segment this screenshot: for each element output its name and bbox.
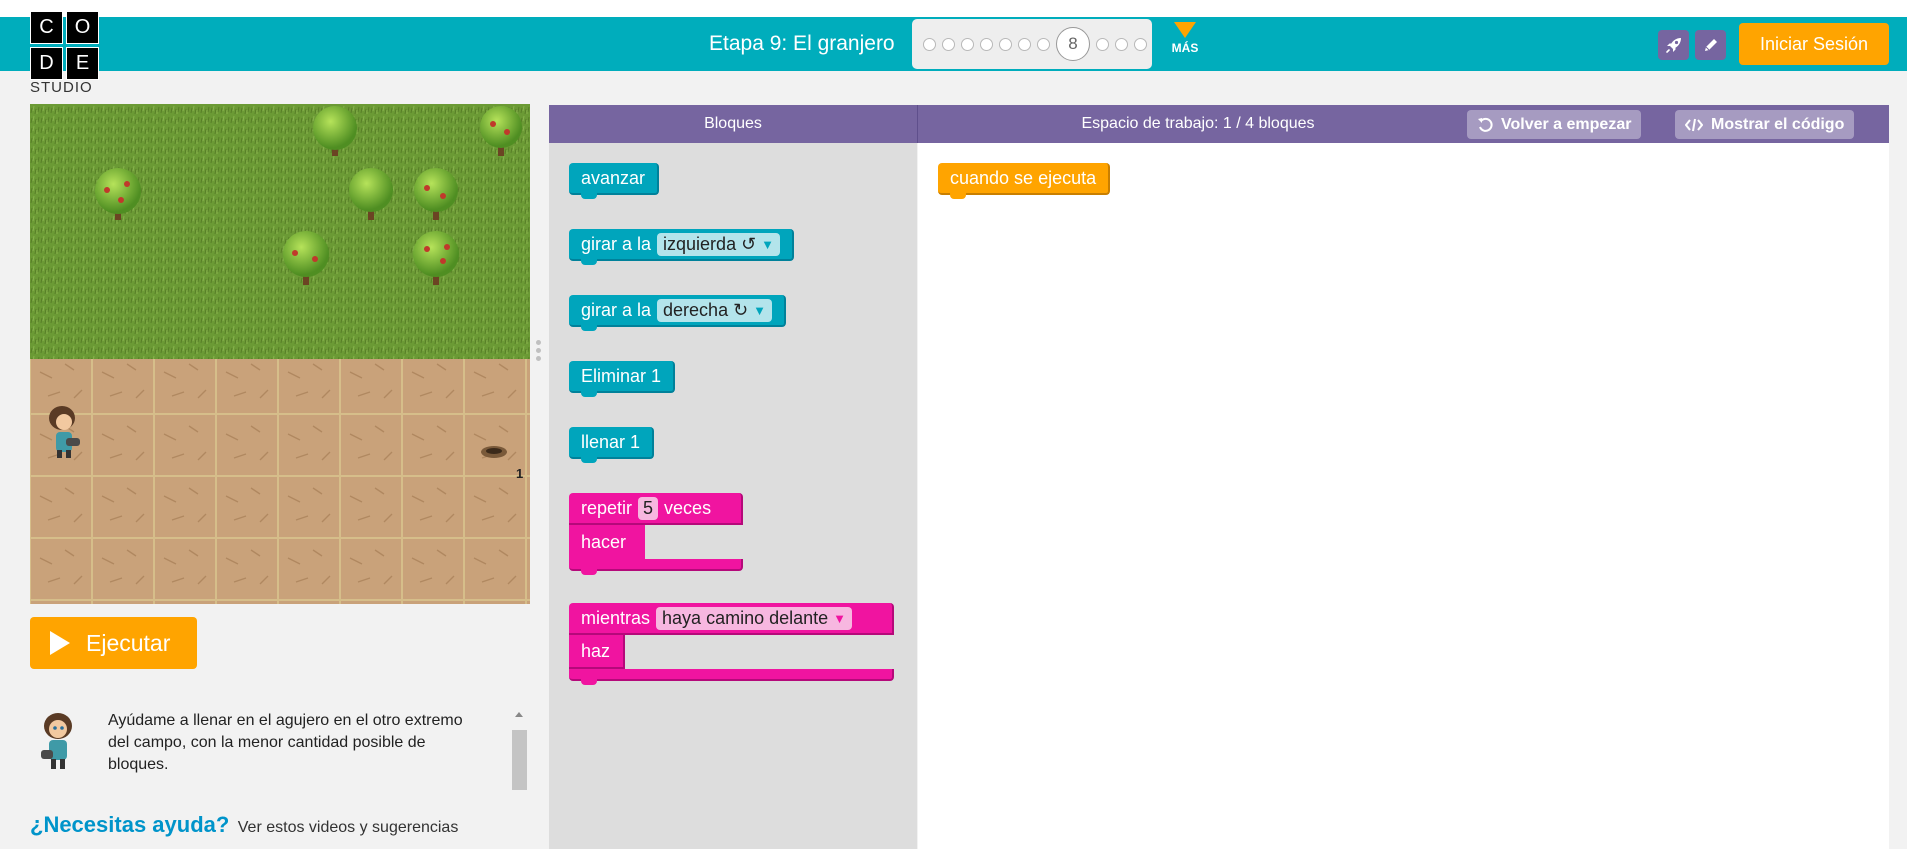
run-button[interactable]: Ejecutar <box>30 617 197 669</box>
block-label: avanzar <box>581 167 646 188</box>
logo-letter: D <box>30 47 63 80</box>
farmer-avatar-icon <box>41 713 72 769</box>
block-side: hacer <box>569 525 645 559</box>
repeat-block[interactable]: repetir 5 veces hacer <box>569 493 743 575</box>
block-bottom <box>569 559 743 575</box>
block-label: cuando se ejecuta <box>950 167 1097 188</box>
instructions-text: Ayúdame a llenar en el agujero en el otr… <box>108 712 463 773</box>
block-body[interactable]: mientras haya camino delante ▼ <box>569 603 894 635</box>
stage-title: Etapa 9: El granjero <box>709 32 895 55</box>
game-canvas[interactable]: 1 <box>30 104 530 604</box>
block-body[interactable]: cuando se ejecuta <box>938 163 1111 199</box>
block-label: repetir <box>581 497 633 518</box>
help-section: ¿Necesitas ayuda? Ver estos videos y sug… <box>30 812 458 838</box>
block-body[interactable]: avanzar <box>569 163 660 199</box>
code-icon <box>1685 118 1703 131</box>
dropdown-arrow-icon: ▼ <box>833 610 847 626</box>
direction-value: izquierda ↺ <box>663 233 757 254</box>
block-body[interactable]: girar a la izquierda ↺ ▼ <box>569 229 795 265</box>
rocket-button[interactable] <box>1658 30 1689 60</box>
restart-button[interactable]: Volver a empezar <box>1467 110 1642 139</box>
condition-value: haya camino delante <box>662 607 829 628</box>
block-label: hacer <box>581 531 627 552</box>
block-body[interactable]: Eliminar 1 <box>569 361 676 397</box>
instructions-panel: Ayúdame a llenar en el agujero en el otr… <box>30 708 530 793</box>
dirt-field <box>30 359 530 604</box>
block-label: mientras <box>581 607 651 628</box>
block-bottom <box>569 669 894 685</box>
level-dot[interactable] <box>1096 37 1109 51</box>
direction-dropdown[interactable]: izquierda ↺ ▼ <box>657 232 781 256</box>
level-dot[interactable] <box>923 37 936 51</box>
current-level-dot[interactable]: 8 <box>1056 27 1090 61</box>
block-toolbox: avanzar girar a la izquierda ↺ ▼ girar a… <box>549 143 917 849</box>
pencil-button[interactable] <box>1695 30 1726 60</box>
play-icon <box>50 631 70 655</box>
grass-field <box>30 104 530 359</box>
workspace-title: Espacio de trabajo: 1 / 4 bloques <box>1081 115 1315 132</box>
block-label: Eliminar 1 <box>581 365 662 386</box>
code-studio-logo[interactable]: C O D E <box>30 11 100 81</box>
level-dot[interactable] <box>1037 37 1050 51</box>
scroll-up-icon[interactable] <box>515 712 523 717</box>
restart-icon <box>1478 117 1493 132</box>
while-block[interactable]: mientras haya camino delante ▼ haz <box>569 603 894 685</box>
hole-counter: 1 <box>516 466 524 481</box>
statement-slot[interactable] <box>625 635 894 669</box>
more-dropdown[interactable]: MÁS <box>1167 22 1203 55</box>
level-dot[interactable] <box>980 37 993 51</box>
level-dot[interactable] <box>1115 37 1128 51</box>
condition-dropdown[interactable]: haya camino delante ▼ <box>656 606 853 630</box>
dropdown-arrow-icon: ▼ <box>761 236 775 252</box>
logo-letter: O <box>66 11 99 44</box>
block-label: girar a la <box>581 299 652 320</box>
level-dot[interactable] <box>961 37 974 51</box>
block-body[interactable]: repetir 5 veces <box>569 493 743 525</box>
more-label: MÁS <box>1171 41 1199 55</box>
block-body[interactable]: girar a la derecha ↻ ▼ <box>569 295 787 331</box>
level-dot[interactable] <box>942 37 955 51</box>
direction-value: derecha ↻ <box>663 299 749 320</box>
more-arrow-icon <box>1174 22 1196 38</box>
hole <box>481 446 507 458</box>
instructions-scrollbar[interactable] <box>510 708 528 793</box>
show-code-button[interactable]: Mostrar el código <box>1675 110 1855 139</box>
block-label: veces <box>664 497 712 518</box>
level-progress: 8 <box>912 19 1152 69</box>
run-label: Ejecutar <box>86 629 171 656</box>
page-right-margin <box>1889 105 1907 849</box>
dropdown-arrow-icon: ▼ <box>753 302 767 318</box>
show-code-label: Mostrar el código <box>1711 115 1845 133</box>
block-label: haz <box>581 640 611 661</box>
rocket-icon <box>1665 38 1681 53</box>
level-dot[interactable] <box>999 37 1012 51</box>
level-dot[interactable] <box>1018 37 1031 51</box>
logo-subtitle: STUDIO <box>30 79 93 96</box>
direction-dropdown[interactable]: derecha ↻ ▼ <box>657 298 773 322</box>
statement-slot[interactable] <box>645 525 743 559</box>
block-side: haz <box>569 635 625 669</box>
help-link[interactable]: Ver estos videos y sugerencias <box>238 819 459 836</box>
pencil-icon <box>1704 39 1717 51</box>
repeat-count-field[interactable]: 5 <box>638 496 659 520</box>
panel-resize-handle[interactable] <box>536 340 542 366</box>
logo-letter: E <box>66 47 99 80</box>
scroll-thumb[interactable] <box>512 730 527 790</box>
logo-letter: C <box>30 11 63 44</box>
block-label: girar a la <box>581 233 652 254</box>
level-dot[interactable] <box>1134 37 1147 51</box>
sign-in-button[interactable]: Iniciar Sesión <box>1739 23 1889 65</box>
workspace-header: Bloques Espacio de trabajo: 1 / 4 bloque… <box>549 105 1889 143</box>
code-workspace[interactable]: cuando se ejecuta <box>918 143 1889 849</box>
block-label: llenar 1 <box>581 431 641 452</box>
help-title[interactable]: ¿Necesitas ayuda? <box>30 812 229 837</box>
restart-label: Volver a empezar <box>1501 115 1632 133</box>
top-strip <box>0 0 1907 17</box>
block-body[interactable]: llenar 1 <box>569 427 655 463</box>
toolbox-title: Bloques <box>704 115 762 132</box>
